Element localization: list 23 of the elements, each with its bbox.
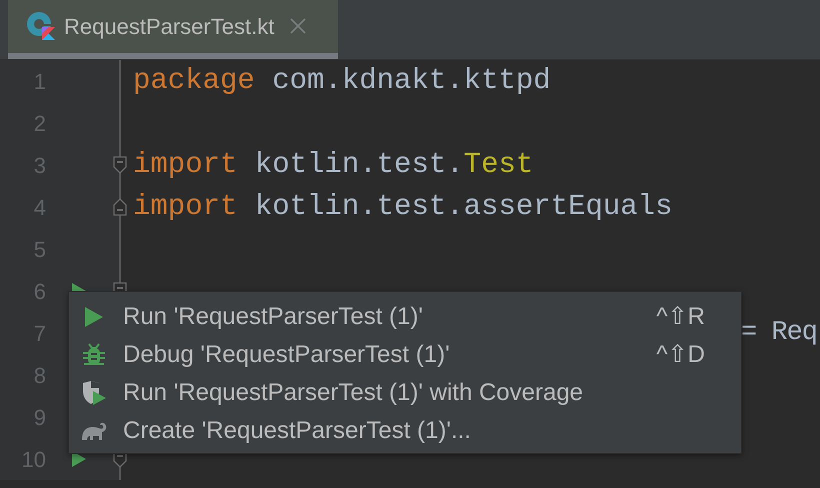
fold-marker-icon[interactable]	[112, 156, 128, 174]
code-line: import kotlin.test.Test	[133, 147, 534, 184]
menu-item-label: Run 'RequestParserTest (1)' with Coverage	[123, 378, 584, 408]
kotlin-file-icon	[26, 11, 56, 41]
code-line: = Req	[741, 316, 818, 350]
menu-item-label: Create 'RequestParserTest (1)'...	[123, 416, 471, 446]
fold-marker-icon[interactable]	[112, 198, 128, 216]
menu-item-label: Run 'RequestParserTest (1)'	[123, 302, 423, 332]
code-line: import kotlin.test.assertEquals	[133, 189, 672, 226]
coverage-run-icon	[81, 380, 107, 406]
shortcut-label: ^⇧R	[656, 302, 705, 332]
code-line: package com.kdnakt.kttpd	[133, 63, 551, 100]
run-icon[interactable]	[72, 451, 86, 467]
menu-item[interactable]: Create 'RequestParserTest (1)'...	[69, 412, 741, 450]
run-icon	[84, 306, 104, 328]
menu-item[interactable]: Run 'RequestParserTest (1)' ^⇧R	[69, 298, 741, 336]
file-tab[interactable]: RequestParserTest.kt	[8, 0, 338, 59]
menu-item[interactable]: Debug 'RequestParserTest (1)' ^⇧D	[69, 336, 741, 374]
shortcut-label: ^⇧D	[656, 340, 705, 370]
menu-item-label: Debug 'RequestParserTest (1)'	[123, 340, 450, 370]
menu-item[interactable]: Run 'RequestParserTest (1)' with Coverage	[69, 374, 741, 412]
elephant-icon	[79, 420, 109, 442]
bug-icon	[83, 343, 105, 367]
